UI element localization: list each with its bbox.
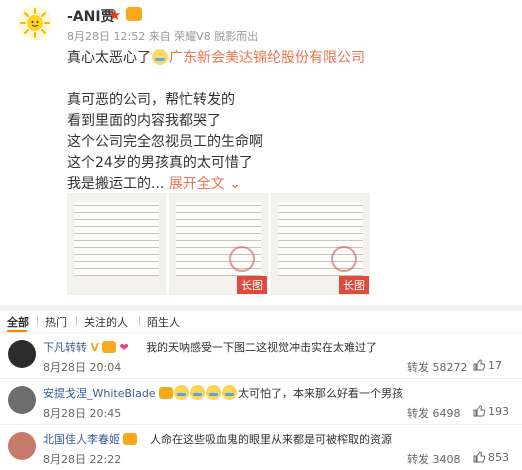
like-button[interactable]: 17: [473, 359, 502, 372]
avatar[interactable]: [8, 432, 36, 460]
comment-item: 下凡转转 V ❤ 我的天呐感受一下图二这视觉冲击实在太难过了 8月28日 20:…: [0, 332, 522, 378]
post-image[interactable]: [67, 193, 166, 295]
repost-button[interactable]: 转发 3408: [407, 451, 461, 467]
verified-v-icon: V: [90, 341, 100, 354]
post-body: 真心太恶心了 广东新会美达锦纶股份有限公司 真可恶的公司，帮忙转发的 看到里面的内…: [67, 48, 507, 195]
comment-filter-tabs: 全部 热门 关注的人 陌生人: [0, 311, 522, 332]
chevron-down-icon: ⌄: [229, 176, 241, 192]
tab-divider: [37, 316, 38, 326]
expand-label[interactable]: 展开全文: [169, 176, 225, 192]
post-image[interactable]: 长图: [271, 193, 370, 295]
vip-star-icon: ★: [108, 6, 122, 24]
comment-time: 8月28日 22:22: [43, 453, 122, 466]
post-last-line: 我是搬运工的...: [67, 176, 165, 192]
post-line-4: 看到里面的内容我都哭了: [67, 113, 221, 129]
like-button[interactable]: 193: [473, 405, 509, 418]
like-count: 853: [488, 451, 509, 464]
thumbs-up-icon: [473, 451, 485, 463]
post-line-7: 我是搬运工的... 展开全文 ⌄: [67, 174, 507, 195]
long-image-tag: 长图: [237, 276, 267, 294]
post-line-3: 真可恶的公司，帮忙转发的: [67, 92, 235, 108]
red-stamp-icon: [229, 246, 255, 272]
like-button[interactable]: 853: [473, 451, 509, 464]
comment-item: 北国佳人李春姬 人命在这些吸血鬼的眼里从来都是可被榨取的资源 8月28日 22:…: [0, 424, 522, 470]
post-line-text: 真心太恶心了: [67, 50, 151, 66]
crying-emoji-icon: [190, 385, 205, 400]
post-line-2: [67, 69, 507, 90]
member-badge-icon: [123, 433, 137, 445]
heart-icon: ❤: [119, 341, 129, 354]
member-badge-icon: [102, 341, 117, 353]
post-image[interactable]: 长图: [169, 193, 268, 295]
avatar[interactable]: [8, 386, 36, 414]
tab-all[interactable]: 全部: [7, 314, 29, 330]
thumbs-up-icon: [473, 405, 485, 417]
tab-hot[interactable]: 热门: [45, 314, 67, 330]
tab-strangers[interactable]: 陌生人: [147, 314, 180, 330]
repost-button[interactable]: 转发 6498: [407, 405, 461, 421]
comment-item: 安提戈涅_WhiteBlade 太可怕了，本来那么好看一个男孩 8月28日 20…: [0, 378, 522, 424]
crying-emoji-icon: [174, 385, 189, 400]
comment-time: 8月28日 20:45: [43, 407, 122, 420]
document-page-icon: [74, 202, 159, 276]
like-count: 193: [488, 405, 509, 418]
post-images: 长图 长图: [67, 193, 372, 295]
tab-following[interactable]: 关注的人: [84, 314, 128, 330]
avatar[interactable]: [8, 340, 36, 368]
expand-link[interactable]: 展开全文 ⌄: [164, 176, 241, 192]
comment-author[interactable]: 安提戈涅_WhiteBlade: [43, 385, 173, 401]
company-link[interactable]: 广东新会美达锦纶股份有限公司: [169, 50, 365, 66]
comment-author-name[interactable]: 安提戈涅_WhiteBlade: [43, 387, 156, 400]
thumbs-up-icon: [473, 359, 485, 371]
post-line-5: 这个公司完全忽视员工的生命啊: [67, 134, 263, 150]
member-badge-icon: [126, 7, 142, 21]
like-count: 17: [488, 359, 502, 372]
post-line-1: 真心太恶心了 广东新会美达锦纶股份有限公司: [67, 48, 507, 69]
sun-avatar-icon: [20, 8, 50, 38]
comment-author-name[interactable]: 北国佳人李春姬: [43, 433, 120, 446]
weibo-post: -ANI贾 ★ 8月28日 12:52 来自 荣耀V8 脱影而出 真心太恶心了广…: [0, 0, 522, 305]
comment-text-wrap: 太可怕了，本来那么好看一个男孩: [174, 385, 403, 401]
crying-emoji-icon: [152, 49, 168, 65]
crying-emoji-icon: [222, 385, 237, 400]
member-badge-icon: [158, 387, 173, 399]
post-line-6: 这个24岁的男孩真的太可惜了: [67, 155, 253, 171]
repost-button[interactable]: 转发 58272: [407, 359, 468, 375]
tab-divider: [76, 316, 77, 326]
comment-text: 太可怕了，本来那么好看一个男孩: [238, 387, 403, 400]
long-image-tag: 长图: [339, 276, 369, 294]
post-meta: 8月28日 12:52 来自 荣耀V8 脱影而出: [67, 30, 259, 43]
comment-text: 人命在这些吸血鬼的眼里从来都是可被榨取的资源: [150, 433, 392, 446]
comment-author[interactable]: 下凡转转 V ❤: [43, 339, 129, 355]
tab-divider: [139, 316, 140, 326]
comment-author-name[interactable]: 下凡转转: [43, 341, 87, 354]
avatar[interactable]: [18, 6, 52, 40]
crying-emoji-icon: [206, 385, 221, 400]
comment-author[interactable]: 北国佳人李春姬: [43, 431, 137, 447]
comment-text: 我的天呐感受一下图二这视觉冲击实在太难过了: [146, 341, 377, 354]
red-stamp-icon: [331, 246, 357, 272]
comment-time: 8月28日 20:04: [43, 361, 122, 374]
